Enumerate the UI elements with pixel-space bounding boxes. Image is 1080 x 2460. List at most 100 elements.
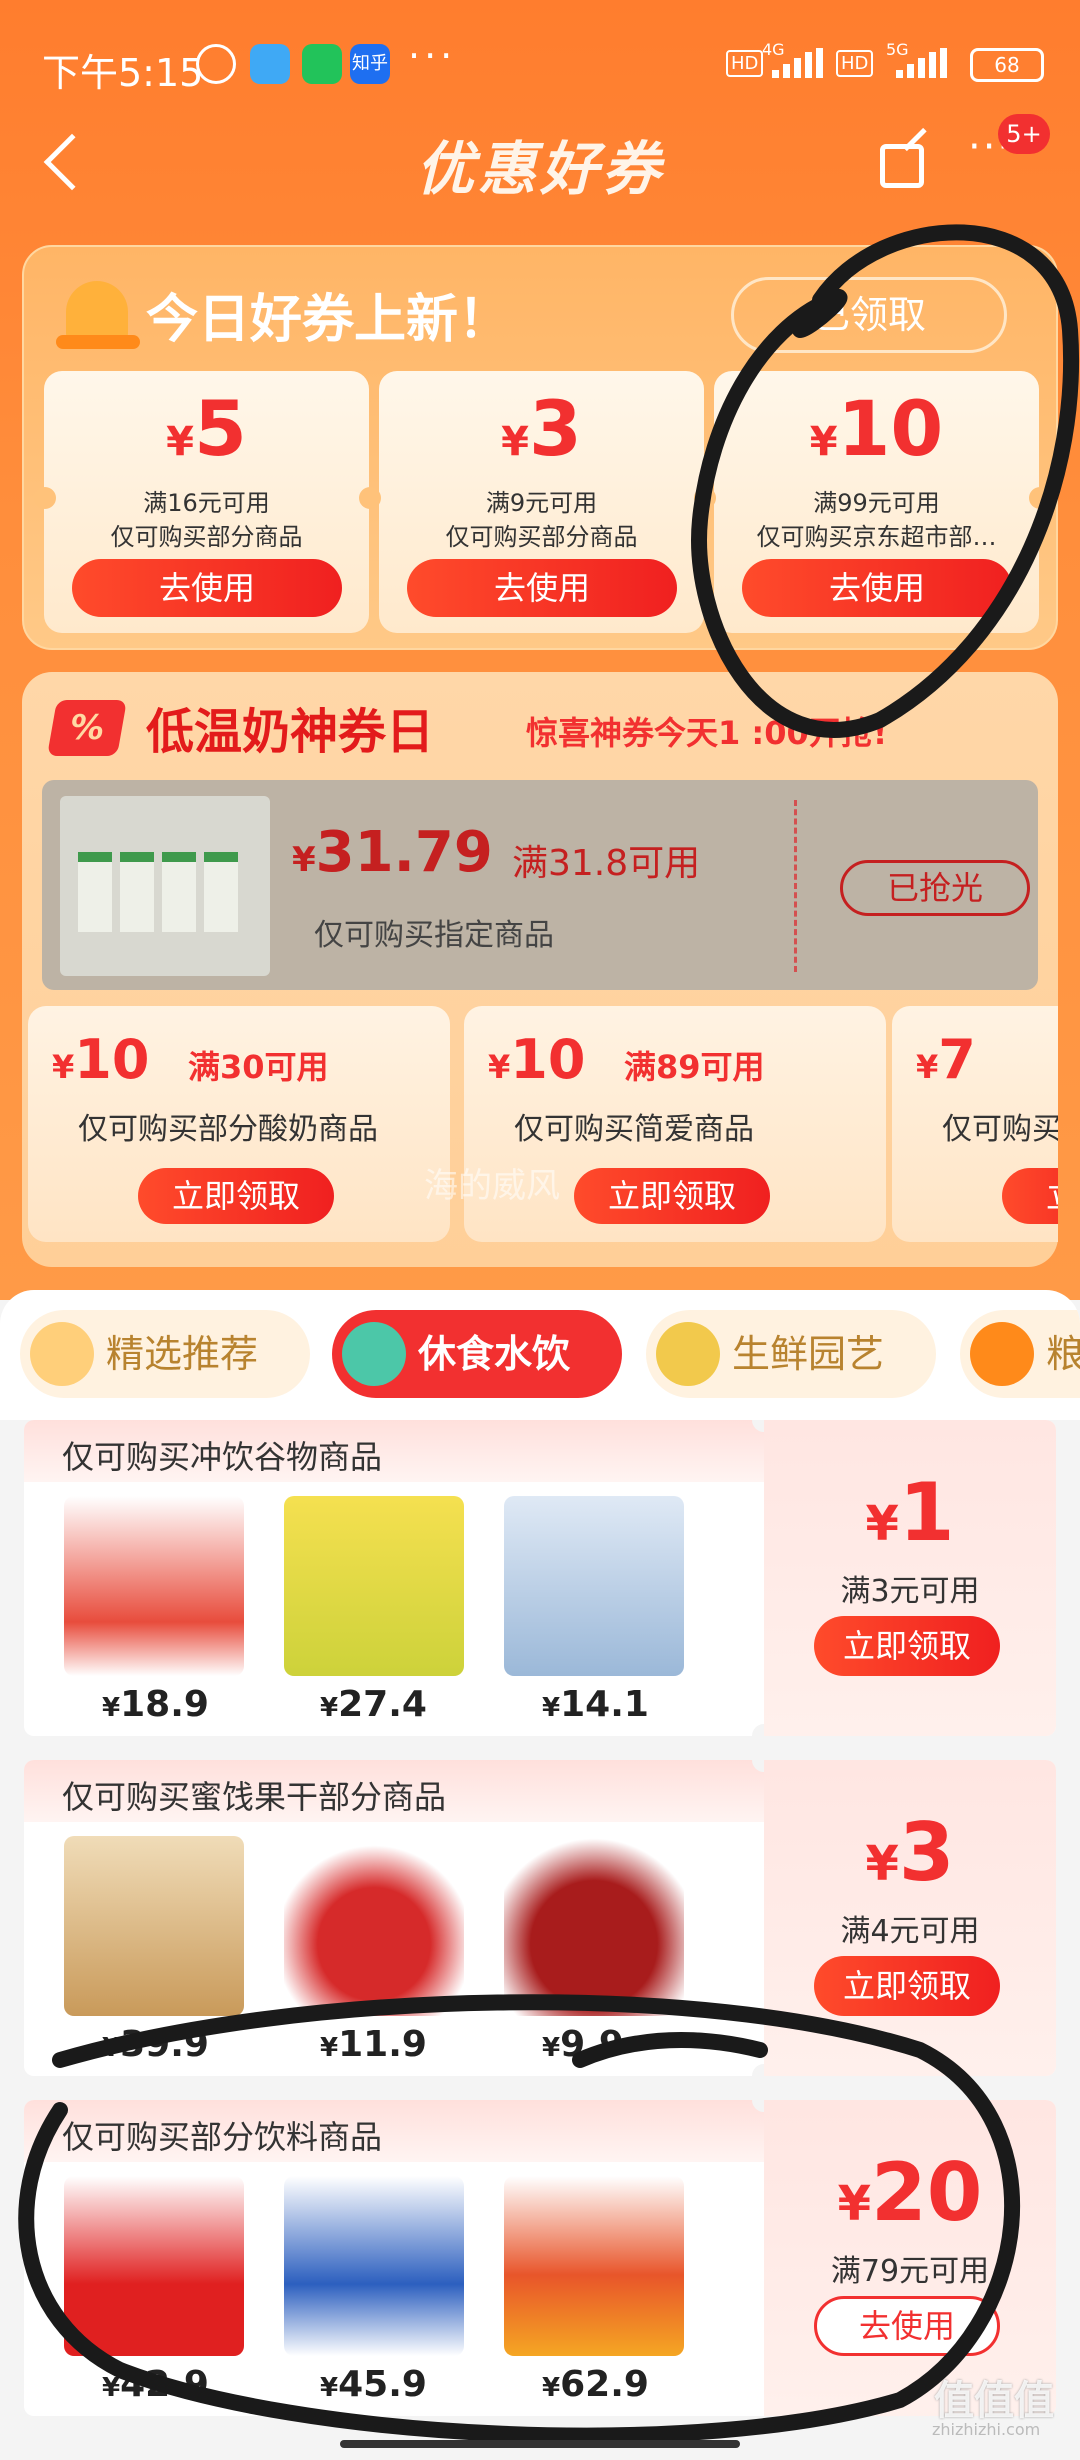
use-button[interactable]: 去使用 <box>814 2296 1000 2356</box>
coupon-card: ¥7 仅可购买 立 <box>892 1006 1058 1242</box>
tab-featured[interactable]: 精选推荐 <box>20 1310 310 1398</box>
claim-button[interactable]: 立即领取 <box>814 1956 1000 2016</box>
coupon-card: ¥5 满16元可用 仅可购买部分商品 去使用 <box>44 371 369 633</box>
today-coupons-section: 今日好券上新！ 已领取 ¥5 满16元可用 仅可购买部分商品 去使用 ¥3 满9… <box>22 245 1058 650</box>
product-price: ¥42.9 <box>102 2364 209 2405</box>
row-title: 仅可购买冲饮谷物商品 <box>62 1438 383 1476</box>
wechat-icon <box>302 44 342 84</box>
coupon-amount: ¥20 <box>837 2146 983 2239</box>
coupon-condition: 满4元可用 <box>840 1914 980 1949</box>
coupon-condition: 满3元可用 <box>840 1574 980 1609</box>
percent-icon: % <box>47 700 127 756</box>
coupon-condition: 满9元可用 <box>485 489 598 517</box>
claim-button[interactable]: 立 <box>1002 1168 1058 1224</box>
coupon-scope: 仅可购买部分商品 <box>110 523 303 551</box>
tab-grain[interactable]: 粮 <box>960 1310 1080 1398</box>
home-indicator[interactable] <box>340 2440 740 2448</box>
coupon-card: ¥10 满99元可用 仅可购买京东超市部… 去使用 <box>714 371 1039 633</box>
snacks-tab-icon <box>342 1322 406 1386</box>
coupon-amount: ¥31.79 <box>292 820 493 885</box>
card-notch <box>694 487 716 509</box>
coupon-scope: 仅可购买指定商品 <box>314 918 554 953</box>
site-watermark-logo: 值值值 <box>934 2378 1054 2424</box>
claimed-button[interactable]: 已领取 <box>731 277 1007 353</box>
use-button[interactable]: 去使用 <box>72 559 342 617</box>
coupon-scope: 仅可购买部分酸奶商品 <box>78 1112 378 1147</box>
chat-bubble-icon <box>250 44 290 84</box>
product-price: ¥14.1 <box>542 1684 649 1725</box>
soda-cans-product-image[interactable] <box>284 2176 464 2356</box>
product-price: ¥62.9 <box>542 2364 649 2405</box>
claim-button[interactable]: 立即领取 <box>814 1616 1000 1676</box>
coupon-amount: ¥10 <box>809 384 944 473</box>
durian-tab-icon <box>656 1322 720 1386</box>
card-notch <box>34 487 56 509</box>
more-notifications-icon: ··· <box>408 34 457 78</box>
coupon-stub: ¥3 满4元可用 立即领取 <box>764 1760 1056 2076</box>
share-icon[interactable] <box>880 144 924 188</box>
card-notch <box>1029 487 1051 509</box>
product-coupon-row: 仅可购买部分饮料商品 ¥42.9 ¥45.9 ¥62.9 ¥20 满79元可用 … <box>24 2100 1056 2416</box>
dashed-divider <box>794 800 797 972</box>
section-heading: 今日好券上新！ <box>146 290 511 350</box>
coupon-amount: ¥5 <box>166 384 247 473</box>
dayup-product-image[interactable] <box>504 1496 684 1676</box>
coupon-scope: 仅可购买部分商品 <box>445 523 638 551</box>
cola-product-image[interactable] <box>64 2176 244 2356</box>
signal-icon <box>772 48 824 78</box>
juice-box-product-image[interactable] <box>504 2176 684 2356</box>
coupon-condition: 满99元可用 <box>813 489 940 517</box>
coupon-condition: 满16元可用 <box>143 489 270 517</box>
row-title: 仅可购买部分饮料商品 <box>62 2118 383 2156</box>
nav-bar: 优惠好券 ··· 5+ <box>0 114 1080 220</box>
use-button[interactable]: 去使用 <box>407 559 677 617</box>
row-title: 仅可购买蜜饯果干部分商品 <box>62 1778 447 1816</box>
hd-icon: HD <box>836 50 874 77</box>
cereal-product-image[interactable] <box>64 1496 244 1676</box>
featured-tab-icon <box>30 1322 94 1386</box>
user-watermark: 海的威风 <box>424 1166 560 1206</box>
coupon-condition: 满30可用 <box>188 1048 329 1086</box>
signal-icon <box>896 48 948 78</box>
coupon-card: ¥3 满9元可用 仅可购买部分商品 去使用 <box>379 371 704 633</box>
coupon-stub: ¥1 满3元可用 立即领取 <box>764 1420 1056 1736</box>
milk-product-image <box>60 796 270 976</box>
coupon-condition: 满31.8可用 <box>512 843 701 884</box>
coupon-scope: 仅可购买京东超市部… <box>756 523 997 551</box>
tab-snacks-drinks[interactable]: 休食水饮 <box>332 1310 622 1398</box>
product-price: ¥27.4 <box>320 1684 427 1725</box>
status-bar: 下午5:15 知乎 ··· HD 4G HD 5G 68 <box>0 30 1080 110</box>
zhihu-icon: 知乎 <box>350 44 390 84</box>
claim-button[interactable]: 立即领取 <box>574 1168 770 1224</box>
oat-product-image[interactable] <box>284 1496 464 1676</box>
coupon-condition: 满89可用 <box>624 1048 765 1086</box>
coupon-amount: ¥10 <box>52 1028 150 1091</box>
coupon-card: ¥10 满30可用 仅可购买部分酸奶商品 立即领取 <box>28 1006 450 1242</box>
category-tabs: 精选推荐 休食水饮 生鲜园艺 粮 <box>0 1290 1080 1420</box>
coupon-scope: 仅可购买简爱商品 <box>514 1112 754 1147</box>
product-price: ¥45.9 <box>320 2364 427 2405</box>
claim-button[interactable]: 立即领取 <box>138 1168 334 1224</box>
sold-out-button[interactable]: 已抢光 <box>840 860 1030 916</box>
bell-icon <box>54 275 144 355</box>
coupon-scope: 仅可购买 <box>942 1112 1058 1147</box>
product-price: ¥18.9 <box>102 1684 209 1725</box>
battery-icon: 68 <box>970 48 1044 82</box>
product-price: ¥9.9 <box>542 2024 624 2065</box>
tab-fresh-garden[interactable]: 生鲜园艺 <box>646 1310 936 1398</box>
section-subheading: 惊喜神券今天1 :00开抢! <box>526 714 888 752</box>
red-dates-product-image[interactable] <box>284 1836 464 2016</box>
coupon-amount: ¥3 <box>501 384 582 473</box>
coupon-amount: ¥10 <box>488 1028 586 1091</box>
product-price: ¥11.9 <box>320 2024 427 2065</box>
use-button[interactable]: 去使用 <box>742 559 1012 617</box>
featured-coupon: ¥31.79 满31.8可用 仅可购买指定商品 已抢光 <box>42 780 1038 990</box>
notification-badge: 5+ <box>998 114 1050 154</box>
dried-figs-product-image[interactable] <box>64 1836 244 2016</box>
section-heading: 低温奶神券日 <box>146 704 435 760</box>
jujube-product-image[interactable] <box>504 1836 684 2016</box>
site-watermark-url: zhizhizhi.com <box>932 2420 1041 2439</box>
coupon-amount: ¥1 <box>865 1466 955 1559</box>
coupon-amount: ¥7 <box>916 1028 976 1091</box>
coupon-condition: 满79元可用 <box>830 2254 990 2289</box>
